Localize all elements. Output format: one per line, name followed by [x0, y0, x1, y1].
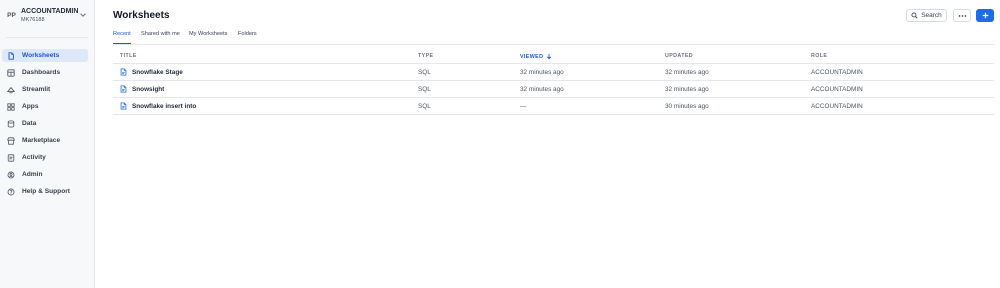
worksheet-updated: 30 minutes ago: [665, 103, 709, 110]
sidebar-item-apps[interactable]: Apps: [2, 100, 88, 113]
sidebar-item-dashboards[interactable]: Dashboards: [2, 66, 88, 79]
search-button[interactable]: Search: [906, 9, 947, 22]
database-icon: [7, 119, 15, 128]
worksheet-role: ACCOUNTADMIN: [811, 86, 863, 93]
sidebar-item-label: Apps: [22, 103, 39, 110]
column-header-updated[interactable]: UPDATED: [665, 53, 693, 59]
worksheet-icon: [120, 68, 127, 76]
sidebar-item-worksheets[interactable]: Worksheets: [2, 49, 88, 62]
document-icon: [7, 51, 15, 60]
sidebar-item-label: Dashboards: [22, 69, 61, 76]
worksheet-role: ACCOUNTADMIN: [811, 103, 863, 110]
account-switcher[interactable]: PP ACCOUNTADMIN MK76188: [0, 0, 95, 34]
worksheet-viewed: 32 minutes ago: [520, 86, 564, 93]
sidebar-item-label: Worksheets: [22, 52, 60, 59]
divider: [113, 44, 994, 45]
apps-icon: [7, 102, 15, 111]
sidebar-item-label: Data: [22, 120, 37, 127]
sidebar-item-help[interactable]: Help & Support: [2, 185, 88, 198]
chevron-down-icon: [80, 13, 86, 17]
worksheet-type: SQL: [418, 86, 431, 93]
column-header-viewed[interactable]: VIEWED: [520, 53, 552, 60]
worksheet-role: ACCOUNTADMIN: [811, 69, 863, 76]
table-row[interactable]: Snowflake insert into SQL — 30 minutes a…: [113, 98, 994, 115]
sidebar-item-label: Help & Support: [22, 188, 70, 195]
ellipsis-icon: [958, 14, 966, 17]
tab-recent[interactable]: Recent: [113, 31, 131, 37]
tab-folders[interactable]: Folders: [238, 31, 257, 37]
worksheet-title[interactable]: Snowsight: [132, 86, 164, 93]
sidebar-item-label: Activity: [22, 154, 46, 161]
search-button-label: Search: [921, 12, 942, 19]
plus-icon: [982, 12, 988, 19]
sidebar-item-label: Marketplace: [22, 137, 61, 144]
worksheet-updated: 32 minutes ago: [665, 69, 709, 76]
worksheet-title[interactable]: Snowflake insert into: [132, 103, 196, 110]
sidebar-item-label: Streamlit: [22, 86, 51, 93]
worksheet-viewed: 32 minutes ago: [520, 69, 564, 76]
table-row[interactable]: Snowflake Stage SQL 32 minutes ago 32 mi…: [113, 64, 994, 81]
column-header-role[interactable]: ROLE: [811, 53, 827, 59]
worksheet-icon: [120, 102, 127, 110]
column-header-type[interactable]: TYPE: [418, 53, 433, 59]
more-options-button[interactable]: [953, 9, 971, 22]
worksheet-viewed: —: [520, 103, 527, 110]
dashboard-icon: [7, 68, 15, 77]
worksheet-type: SQL: [418, 69, 431, 76]
table-row[interactable]: Snowsight SQL 32 minutes ago 32 minutes …: [113, 81, 994, 98]
sidebar-item-streamlit[interactable]: Streamlit: [2, 83, 88, 96]
add-worksheet-button[interactable]: [976, 9, 994, 22]
help-icon: [7, 188, 15, 196]
sidebar-item-admin[interactable]: Admin: [2, 168, 88, 181]
shield-icon: [7, 171, 15, 179]
sidebar-item-data[interactable]: Data: [2, 117, 88, 130]
divider: [6, 37, 88, 38]
tab-my-worksheets[interactable]: My Worksheets: [189, 31, 227, 37]
sidebar-item-activity[interactable]: Activity: [2, 151, 88, 164]
worksheet-title[interactable]: Snowflake Stage: [132, 69, 183, 76]
column-header-label: VIEWED: [520, 53, 544, 60]
sidebar-item-label: Admin: [22, 171, 43, 178]
streamlit-icon: [7, 86, 15, 94]
account-id: MK76188: [21, 17, 45, 23]
activity-icon: [7, 153, 15, 162]
worksheet-type: SQL: [418, 103, 431, 110]
sidebar: PP ACCOUNTADMIN MK76188 Worksheets Dashb…: [0, 0, 95, 288]
tab-shared-with-me[interactable]: Shared with me: [141, 31, 180, 37]
page-title: Worksheets: [113, 10, 170, 21]
arrow-down-icon: [547, 54, 552, 60]
account-role: ACCOUNTADMIN: [21, 8, 79, 15]
marketplace-icon: [7, 136, 15, 145]
avatar: PP: [7, 12, 16, 19]
column-header-title[interactable]: TITLE: [120, 53, 137, 59]
worksheet-icon: [120, 85, 127, 93]
sidebar-item-marketplace[interactable]: Marketplace: [2, 134, 88, 147]
search-icon: [911, 12, 918, 19]
worksheet-updated: 32 minutes ago: [665, 86, 709, 93]
